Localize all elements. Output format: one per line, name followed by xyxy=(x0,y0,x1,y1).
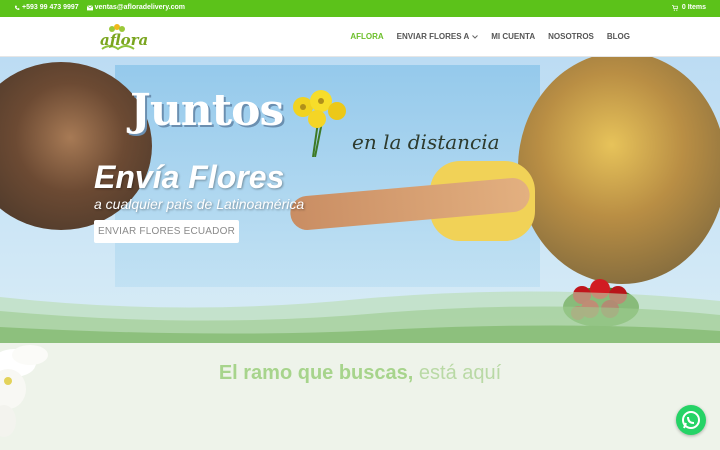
phone-icon xyxy=(15,5,20,10)
phone-number: +593 99 473 9997 xyxy=(22,4,79,11)
whatsapp-icon xyxy=(682,411,700,429)
contact-info: +593 99 473 9997 ventas@afloradelivery.c… xyxy=(14,4,185,11)
main-nav: AFLORA ENVIAR FLORES A MI CUENTA NOSOTRO… xyxy=(350,32,630,41)
cart-count: 0 Items xyxy=(681,4,706,11)
phone-link[interactable]: +593 99 473 9997 xyxy=(14,4,79,11)
hero-banner: Juntos en la distancia Envía Flores a cu… xyxy=(0,57,720,343)
nav-item-mi-cuenta[interactable]: MI CUENTA xyxy=(491,32,535,41)
nav-item-nosotros[interactable]: NOSOTROS xyxy=(548,32,594,41)
section-headline-bold: El ramo que buscas, xyxy=(218,362,414,384)
hero-headline: Juntos xyxy=(130,85,284,136)
nav-item-enviar-flores[interactable]: ENVIAR FLORES A xyxy=(397,32,479,41)
hero-title: Envía Flores xyxy=(94,159,285,195)
email-link[interactable]: ventas@afloradelivery.com xyxy=(86,4,185,11)
nav-label: MI CUENTA xyxy=(491,32,536,41)
nav-label: BLOG xyxy=(606,32,630,41)
mail-icon xyxy=(86,4,93,10)
woman-with-phone-image xyxy=(518,57,720,284)
nav-label: NOSOTROS xyxy=(548,32,594,41)
email-address: ventas@afloradelivery.com xyxy=(94,4,185,11)
site-header: aflora AFLORA ENVIAR FLORES A MI CUENTA … xyxy=(0,17,720,57)
nav-item-aflora[interactable]: AFLORA xyxy=(350,32,383,41)
cart-icon xyxy=(671,4,678,11)
hero-script-text: en la distancia xyxy=(352,130,500,154)
wave-divider xyxy=(0,291,720,343)
yellow-flower-bouquet-icon xyxy=(293,90,346,157)
section-headline-light: está aquí xyxy=(418,362,502,384)
chevron-down-icon xyxy=(472,34,479,39)
top-bar: +593 99 473 9997 ventas@afloradelivery.c… xyxy=(0,0,720,17)
section-headline: El ramo que buscas, está aquí xyxy=(0,362,720,385)
products-intro-section: El ramo que buscas, está aquí xyxy=(0,343,720,450)
hero-subtitle: a cualquier país de Latinoamérica xyxy=(94,196,305,212)
nav-item-blog[interactable]: BLOG xyxy=(607,32,630,41)
cart-link[interactable]: 0 Items xyxy=(671,4,706,11)
white-orchid-icon xyxy=(0,345,48,437)
logo-text[interactable]: aflora xyxy=(100,31,148,49)
nav-label: ENVIAR FLORES A xyxy=(396,32,470,41)
whatsapp-button[interactable] xyxy=(676,405,706,435)
nav-label: AFLORA xyxy=(350,32,384,41)
enviar-flores-ecuador-button[interactable]: ENVIAR FLORES ECUADOR xyxy=(94,220,239,243)
